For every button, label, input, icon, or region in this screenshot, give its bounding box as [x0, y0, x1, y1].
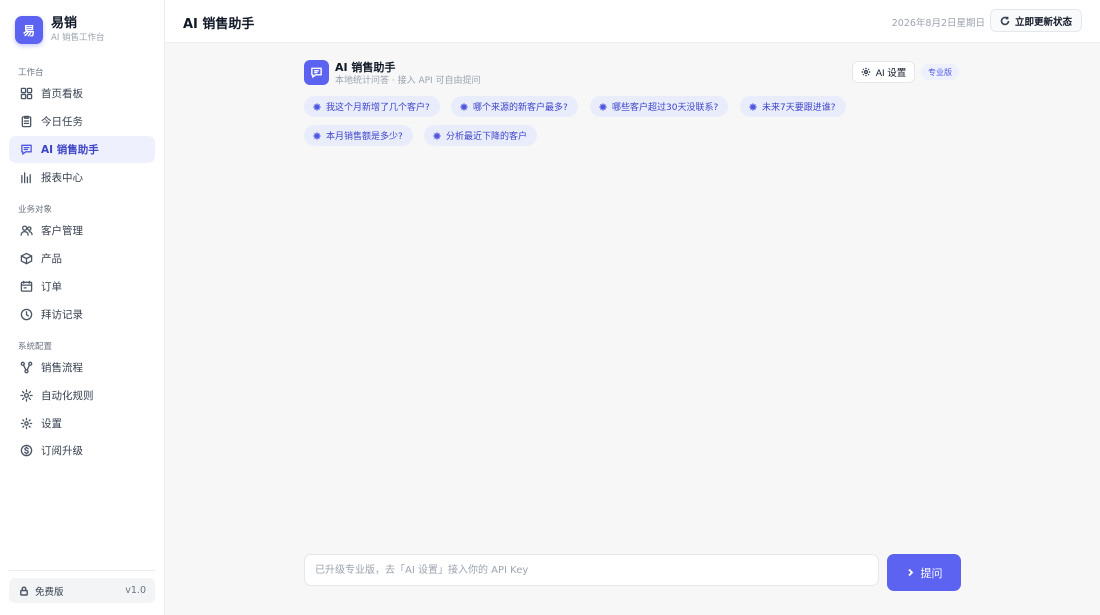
suggestion-chip[interactable]: 未来7天要跟进谁?	[740, 96, 846, 117]
sidebar-item-automation[interactable]: 自动化规则	[9, 382, 155, 409]
brand-logo: 易	[15, 16, 43, 44]
plan-status[interactable]: 免费版 v1.0	[9, 578, 155, 603]
dashboard-icon	[19, 87, 33, 101]
nav-group-label-workspace: 工作台	[18, 68, 44, 78]
pro-plan-badge: 专业版	[921, 64, 959, 80]
sparkle-icon	[460, 103, 468, 110]
suggestion-chip[interactable]: 我这个月新增了几个客户?	[304, 96, 440, 117]
plan-label: 免费版	[35, 586, 64, 598]
page-title: AI 销售助手	[183, 17, 255, 32]
sidebar-item-label: 产品	[41, 253, 62, 265]
question-input[interactable]	[304, 554, 879, 586]
sparkle-icon	[313, 132, 321, 139]
chevron-right-icon	[907, 568, 913, 577]
sidebar-item-label: 客户管理	[41, 225, 83, 237]
sidebar-item-label: 销售流程	[41, 362, 83, 374]
suggestion-chip[interactable]: 本月销售额是多少?	[304, 125, 413, 146]
settings-icon	[861, 67, 870, 77]
sidebar-item-label: 设置	[41, 418, 62, 430]
sidebar-item-label: 报表中心	[41, 172, 83, 184]
sidebar-item-subscription[interactable]: 订阅升级	[9, 437, 155, 464]
chat-icon	[19, 143, 33, 157]
bar-chart-icon	[19, 171, 33, 185]
clipboard-icon	[19, 115, 33, 129]
sparkle-icon	[749, 103, 757, 110]
ai-settings-label: AI 设置	[875, 68, 907, 79]
lock-icon	[20, 586, 28, 596]
top-header: AI 销售助手 2026年8月2日星期日 立即更新状态	[165, 0, 1100, 43]
suggestion-text: 哪些客户超过30天没联系?	[612, 103, 719, 113]
assistant-subtitle: 本地统计问答 · 接入 API 可自由提问	[335, 76, 481, 86]
order-icon	[19, 280, 33, 294]
dollar-icon	[19, 444, 33, 458]
sparkle-icon	[433, 132, 441, 139]
sidebar-item-label: 首页看板	[41, 88, 83, 100]
users-icon	[19, 224, 33, 238]
sidebar-item-today-tasks[interactable]: 今日任务	[9, 108, 155, 135]
box-icon	[19, 252, 33, 266]
brand[interactable]: 易 易销 AI 销售工作台	[15, 16, 105, 44]
sidebar-item-ai-assistant[interactable]: AI 销售助手	[9, 136, 155, 163]
suggestion-text: 我这个月新增了几个客户?	[326, 103, 430, 113]
sidebar-item-visits[interactable]: 拜访记录	[9, 301, 155, 328]
sidebar-item-reports[interactable]: 报表中心	[9, 164, 155, 191]
suggestion-chip[interactable]: 哪个来源的新客户最多?	[451, 96, 578, 117]
suggestion-chip[interactable]: 哪些客户超过30天没联系?	[590, 96, 729, 117]
sparkle-icon	[599, 103, 607, 110]
sidebar-item-settings[interactable]: 设置	[9, 410, 155, 437]
suggestion-text: 本月销售额是多少?	[326, 132, 403, 142]
suggestion-text: 未来7天要跟进谁?	[762, 103, 836, 113]
sidebar-divider	[9, 570, 155, 571]
brand-text: 易销 AI 销售工作台	[51, 16, 105, 44]
sidebar-item-label: 自动化规则	[41, 390, 94, 402]
gear-icon	[19, 417, 33, 431]
sidebar-item-customers[interactable]: 客户管理	[9, 217, 155, 244]
flow-icon	[19, 361, 33, 375]
clock-icon	[19, 308, 33, 322]
suggestion-chip[interactable]: 分析最近下降的客户	[424, 125, 538, 146]
sidebar-item-label: AI 销售助手	[41, 144, 99, 156]
assistant-avatar-icon	[304, 60, 329, 85]
version-label: v1.0	[125, 585, 146, 596]
sidebar-item-label: 拜访记录	[41, 309, 83, 321]
refresh-icon	[1000, 16, 1010, 25]
sparkle-icon	[19, 389, 33, 403]
refresh-status-button[interactable]: 立即更新状态	[989, 9, 1082, 32]
refresh-status-label: 立即更新状态	[1014, 16, 1072, 28]
ai-settings-button[interactable]: AI 设置	[852, 61, 915, 83]
current-date: 2026年8月2日星期日	[891, 18, 985, 29]
sidebar-item-label: 订阅升级	[41, 445, 83, 457]
sidebar-item-sales-flow[interactable]: 销售流程	[9, 354, 155, 381]
suggestion-text: 哪个来源的新客户最多?	[473, 103, 568, 113]
sidebar-item-label: 今日任务	[41, 116, 83, 128]
nav-group-label-system: 系统配置	[18, 342, 53, 352]
sidebar-item-label: 订单	[41, 281, 62, 293]
sidebar-item-dashboard[interactable]: 首页看板	[9, 80, 155, 107]
brand-subtitle: AI 销售工作台	[51, 33, 105, 43]
sidebar-item-orders[interactable]: 订单	[9, 273, 155, 300]
ask-button[interactable]: 提问	[887, 554, 961, 591]
brand-name: 易销	[51, 16, 78, 31]
ask-button-label: 提问	[920, 566, 943, 580]
sparkle-icon	[313, 103, 321, 110]
sidebar-item-products[interactable]: 产品	[9, 245, 155, 272]
nav-group-label-business: 业务对象	[18, 205, 53, 215]
suggestion-text: 分析最近下降的客户	[446, 132, 528, 142]
sidebar: 易 易销 AI 销售工作台 工作台 首页看板 今日任务 AI 销售助手 报表中心…	[0, 0, 165, 615]
